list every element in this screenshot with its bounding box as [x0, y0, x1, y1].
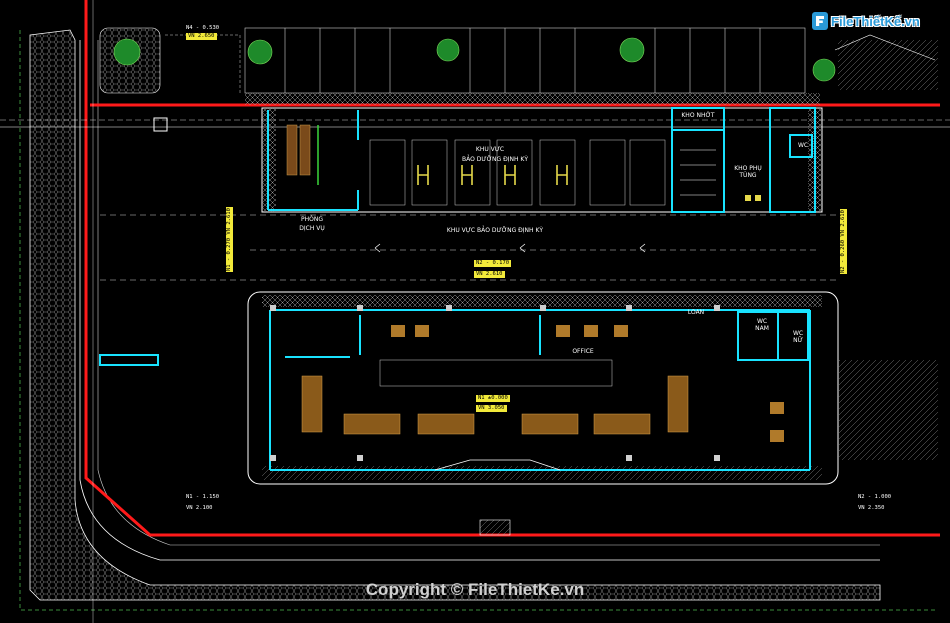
- room-label-kho-nhot: KHO NHỚT: [681, 112, 715, 119]
- level-n4-vn: VN 2.650: [186, 33, 217, 40]
- room-label-loan: LOAN: [687, 309, 705, 316]
- level-center-elevation: N2 - 0.170: [474, 260, 512, 267]
- room-label-wc-nu: WC NỮ: [792, 330, 804, 344]
- level-n1-elevation: N1 - 1.150: [186, 494, 220, 500]
- brand-logo-icon: [812, 12, 828, 30]
- copyright-watermark: Copyright © FileThietKe.vn: [365, 580, 585, 599]
- level-main-vn: VN 3.050: [476, 405, 507, 412]
- level-center-vn: VN 2.610: [474, 271, 505, 278]
- room-label-office: OFFICE: [572, 348, 594, 355]
- area-label-bao-duong: KHU VỰC BẢO DƯỠNG ĐỊNH KỲ: [446, 227, 544, 234]
- room-label-wc-nam: WC NAM: [755, 318, 769, 332]
- room-label-kho-phu-tung: KHO PHỤ TÙNG: [734, 165, 762, 179]
- level-n2-elevation: N2 - 1.000: [858, 494, 892, 500]
- room-label-khu-vuc: KHU VỰC: [475, 146, 505, 153]
- cad-floor-plan-canvas: [0, 0, 950, 623]
- site-boundary: [19, 30, 935, 611]
- room-label-dich-vu: DỊCH VỤ: [299, 225, 325, 232]
- level-left-vertical: N1 - 0.270 VN 2.610: [226, 207, 233, 272]
- brand-logo: FileThiếtKế.vn: [812, 12, 920, 30]
- room-label-bao-duong: BẢO DƯỠNG ĐỊNH KỲ: [461, 156, 529, 163]
- tree-icon: [113, 37, 836, 82]
- level-n1-vn: VN 2.100: [186, 505, 213, 511]
- red-axis-vertical: [84, 0, 940, 537]
- room-label-phong: PHÒNG: [301, 216, 323, 223]
- brand-logo-text: FileThiếtKế.vn: [831, 13, 920, 29]
- left-paving: [29, 29, 881, 601]
- room-label-wc-top: WC: [797, 142, 809, 149]
- level-main-elevation: N1 ±0.000: [476, 395, 510, 402]
- level-right-vertical: N2 - 0.260 VN 2.610: [840, 209, 847, 274]
- level-n4-elevation: N4 - 0.530: [186, 25, 220, 31]
- level-n2-vn: VN 2.350: [858, 505, 885, 511]
